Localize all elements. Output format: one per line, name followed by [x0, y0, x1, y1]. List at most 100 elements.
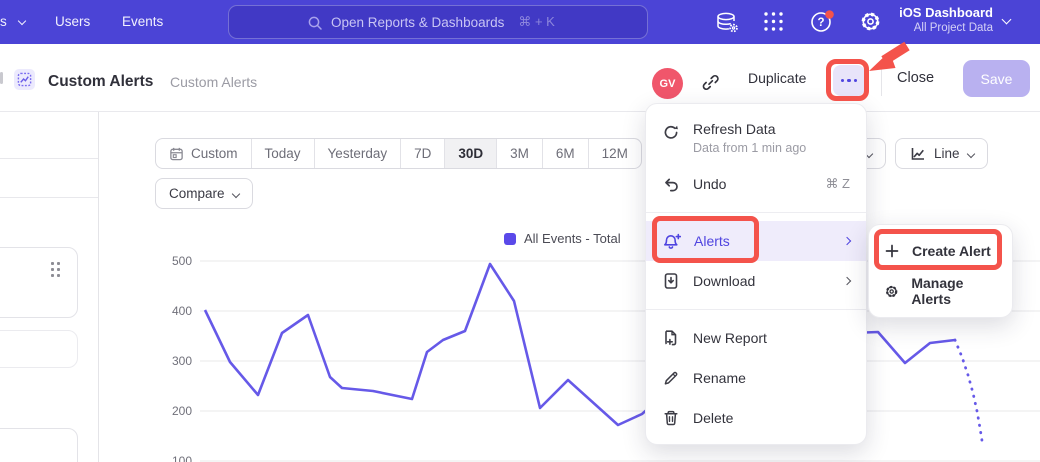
- alert-bell-icon: [662, 232, 681, 250]
- settings-button[interactable]: [858, 9, 883, 34]
- help-icon: ?: [809, 9, 836, 35]
- menu-item-undo[interactable]: Undo ⌘ Z: [646, 164, 866, 204]
- search-placeholder: Open Reports & Dashboards: [331, 15, 504, 30]
- database-icon: [714, 9, 740, 35]
- menu-item-new-report[interactable]: New Report: [646, 318, 866, 358]
- apps-grid-button[interactable]: [762, 10, 785, 33]
- menu-item-label: Refresh Data: [693, 121, 806, 137]
- date-range-control: Custom Today Yesterday 7D 30D 3M 6M 12M: [155, 138, 642, 169]
- panel-divider: [0, 197, 98, 198]
- more-options-button[interactable]: [833, 65, 865, 96]
- app-window: 500400300200100 All Events - Total Custo…: [0, 0, 1040, 462]
- close-button[interactable]: Close: [897, 70, 934, 86]
- menu-shortcut: ⌘ Z: [825, 176, 850, 192]
- calendar-icon: [169, 146, 184, 161]
- date-range-7d[interactable]: 7D: [400, 139, 444, 168]
- chevron-right-icon: [843, 237, 851, 245]
- submenu-item-create-alert[interactable]: Create Alert: [869, 231, 1012, 271]
- y-tick-label: 200: [158, 404, 192, 418]
- undo-icon: [662, 175, 680, 193]
- legend-swatch: [504, 233, 516, 245]
- y-tick-label: 400: [158, 304, 192, 318]
- date-range-30d-selected[interactable]: 30D: [444, 139, 496, 168]
- date-range-12m[interactable]: 12M: [588, 139, 641, 168]
- compare-button[interactable]: Compare: [155, 178, 253, 209]
- chevron-down-icon: [17, 17, 25, 25]
- nav-item-users[interactable]: Users: [55, 14, 90, 29]
- cut-icon: [0, 72, 3, 84]
- report-header: Custom Alerts Custom Alerts GV Duplicate…: [0, 44, 1040, 112]
- menu-item-label: Rename: [693, 370, 746, 386]
- menu-item-label: Manage Alerts: [911, 275, 997, 307]
- pencil-icon: [662, 369, 680, 387]
- gear-icon: [884, 283, 899, 300]
- y-tick-label: 500: [158, 254, 192, 268]
- menu-item-delete[interactable]: Delete: [646, 398, 866, 438]
- menu-item-download[interactable]: Download: [646, 261, 866, 301]
- menu-divider: [646, 212, 866, 213]
- menu-item-label: Alerts: [694, 233, 730, 249]
- report-type-icon: [14, 69, 35, 90]
- alerts-submenu: Create Alert Manage Alerts: [868, 224, 1013, 318]
- save-button[interactable]: Save: [963, 60, 1030, 97]
- menu-item-label: Download: [693, 273, 755, 289]
- menu-item-label: New Report: [693, 330, 767, 346]
- date-range-6m[interactable]: 6M: [542, 139, 588, 168]
- menu-item-refresh-data[interactable]: Refresh Data Data from 1 min ago: [646, 114, 866, 164]
- y-tick-label: 300: [158, 354, 192, 368]
- top-navigation: s Users Events Open Reports & Dashboards…: [0, 0, 1040, 44]
- new-report-icon: [662, 329, 680, 347]
- link-icon: [700, 72, 721, 93]
- avatar[interactable]: GV: [652, 68, 683, 99]
- chevron-down-icon: [966, 149, 974, 157]
- nav-item-cut[interactable]: s: [0, 14, 25, 29]
- date-range-label: Custom: [191, 146, 238, 161]
- menu-divider: [646, 309, 866, 310]
- project-selector[interactable]: iOS Dashboard All Project Data: [899, 5, 1010, 34]
- apps-grid-icon: [762, 10, 785, 33]
- download-icon: [662, 272, 680, 290]
- project-name: iOS Dashboard: [899, 5, 993, 20]
- menu-item-alerts[interactable]: Alerts: [646, 221, 866, 261]
- legend-label: All Events - Total: [524, 231, 621, 246]
- plus-icon: [884, 243, 900, 259]
- trash-icon: [662, 409, 680, 427]
- menu-item-sublabel: Data from 1 min ago: [693, 141, 806, 155]
- query-card[interactable]: [0, 330, 78, 368]
- legend-item-all-events[interactable]: All Events - Total: [504, 231, 621, 246]
- query-card[interactable]: [0, 247, 78, 318]
- drag-handle-icon[interactable]: [51, 262, 61, 277]
- duplicate-button[interactable]: Duplicate: [748, 70, 806, 86]
- menu-item-label: Delete: [693, 410, 733, 426]
- breadcrumb: Custom Alerts: [170, 74, 257, 90]
- share-link-button[interactable]: [700, 72, 721, 93]
- svg-text:?: ?: [817, 17, 824, 29]
- menu-item-rename[interactable]: Rename: [646, 358, 866, 398]
- date-range-yesterday[interactable]: Yesterday: [314, 139, 401, 168]
- query-card[interactable]: [0, 428, 78, 462]
- date-range-today[interactable]: Today: [251, 139, 314, 168]
- panel-right-border: [98, 112, 99, 462]
- help-button[interactable]: ?: [809, 9, 836, 35]
- gear-icon: [858, 9, 883, 34]
- divider: [881, 66, 882, 96]
- global-search[interactable]: Open Reports & Dashboards ⌘ + K: [228, 5, 648, 39]
- search-shortcut: ⌘ + K: [518, 14, 555, 30]
- project-scope: All Project Data: [899, 22, 993, 34]
- panel-divider: [0, 158, 98, 159]
- more-options-menu: Refresh Data Data from 1 min ago Undo ⌘ …: [645, 103, 867, 445]
- page-title: Custom Alerts: [48, 73, 153, 91]
- chart-type-button[interactable]: Line: [895, 138, 988, 169]
- menu-item-label: Undo: [693, 176, 726, 192]
- menu-item-label: Create Alert: [912, 243, 991, 259]
- date-range-3m[interactable]: 3M: [496, 139, 542, 168]
- chevron-down-icon: [231, 189, 239, 197]
- refresh-icon: [662, 123, 680, 141]
- submenu-item-manage-alerts[interactable]: Manage Alerts: [869, 271, 1012, 311]
- data-management-button[interactable]: [714, 9, 740, 35]
- line-chart-icon: [909, 145, 926, 162]
- chevron-right-icon: [843, 277, 851, 285]
- nav-item-events[interactable]: Events: [122, 14, 163, 29]
- date-range-custom[interactable]: Custom: [156, 139, 251, 168]
- chevron-down-icon: [1002, 15, 1012, 25]
